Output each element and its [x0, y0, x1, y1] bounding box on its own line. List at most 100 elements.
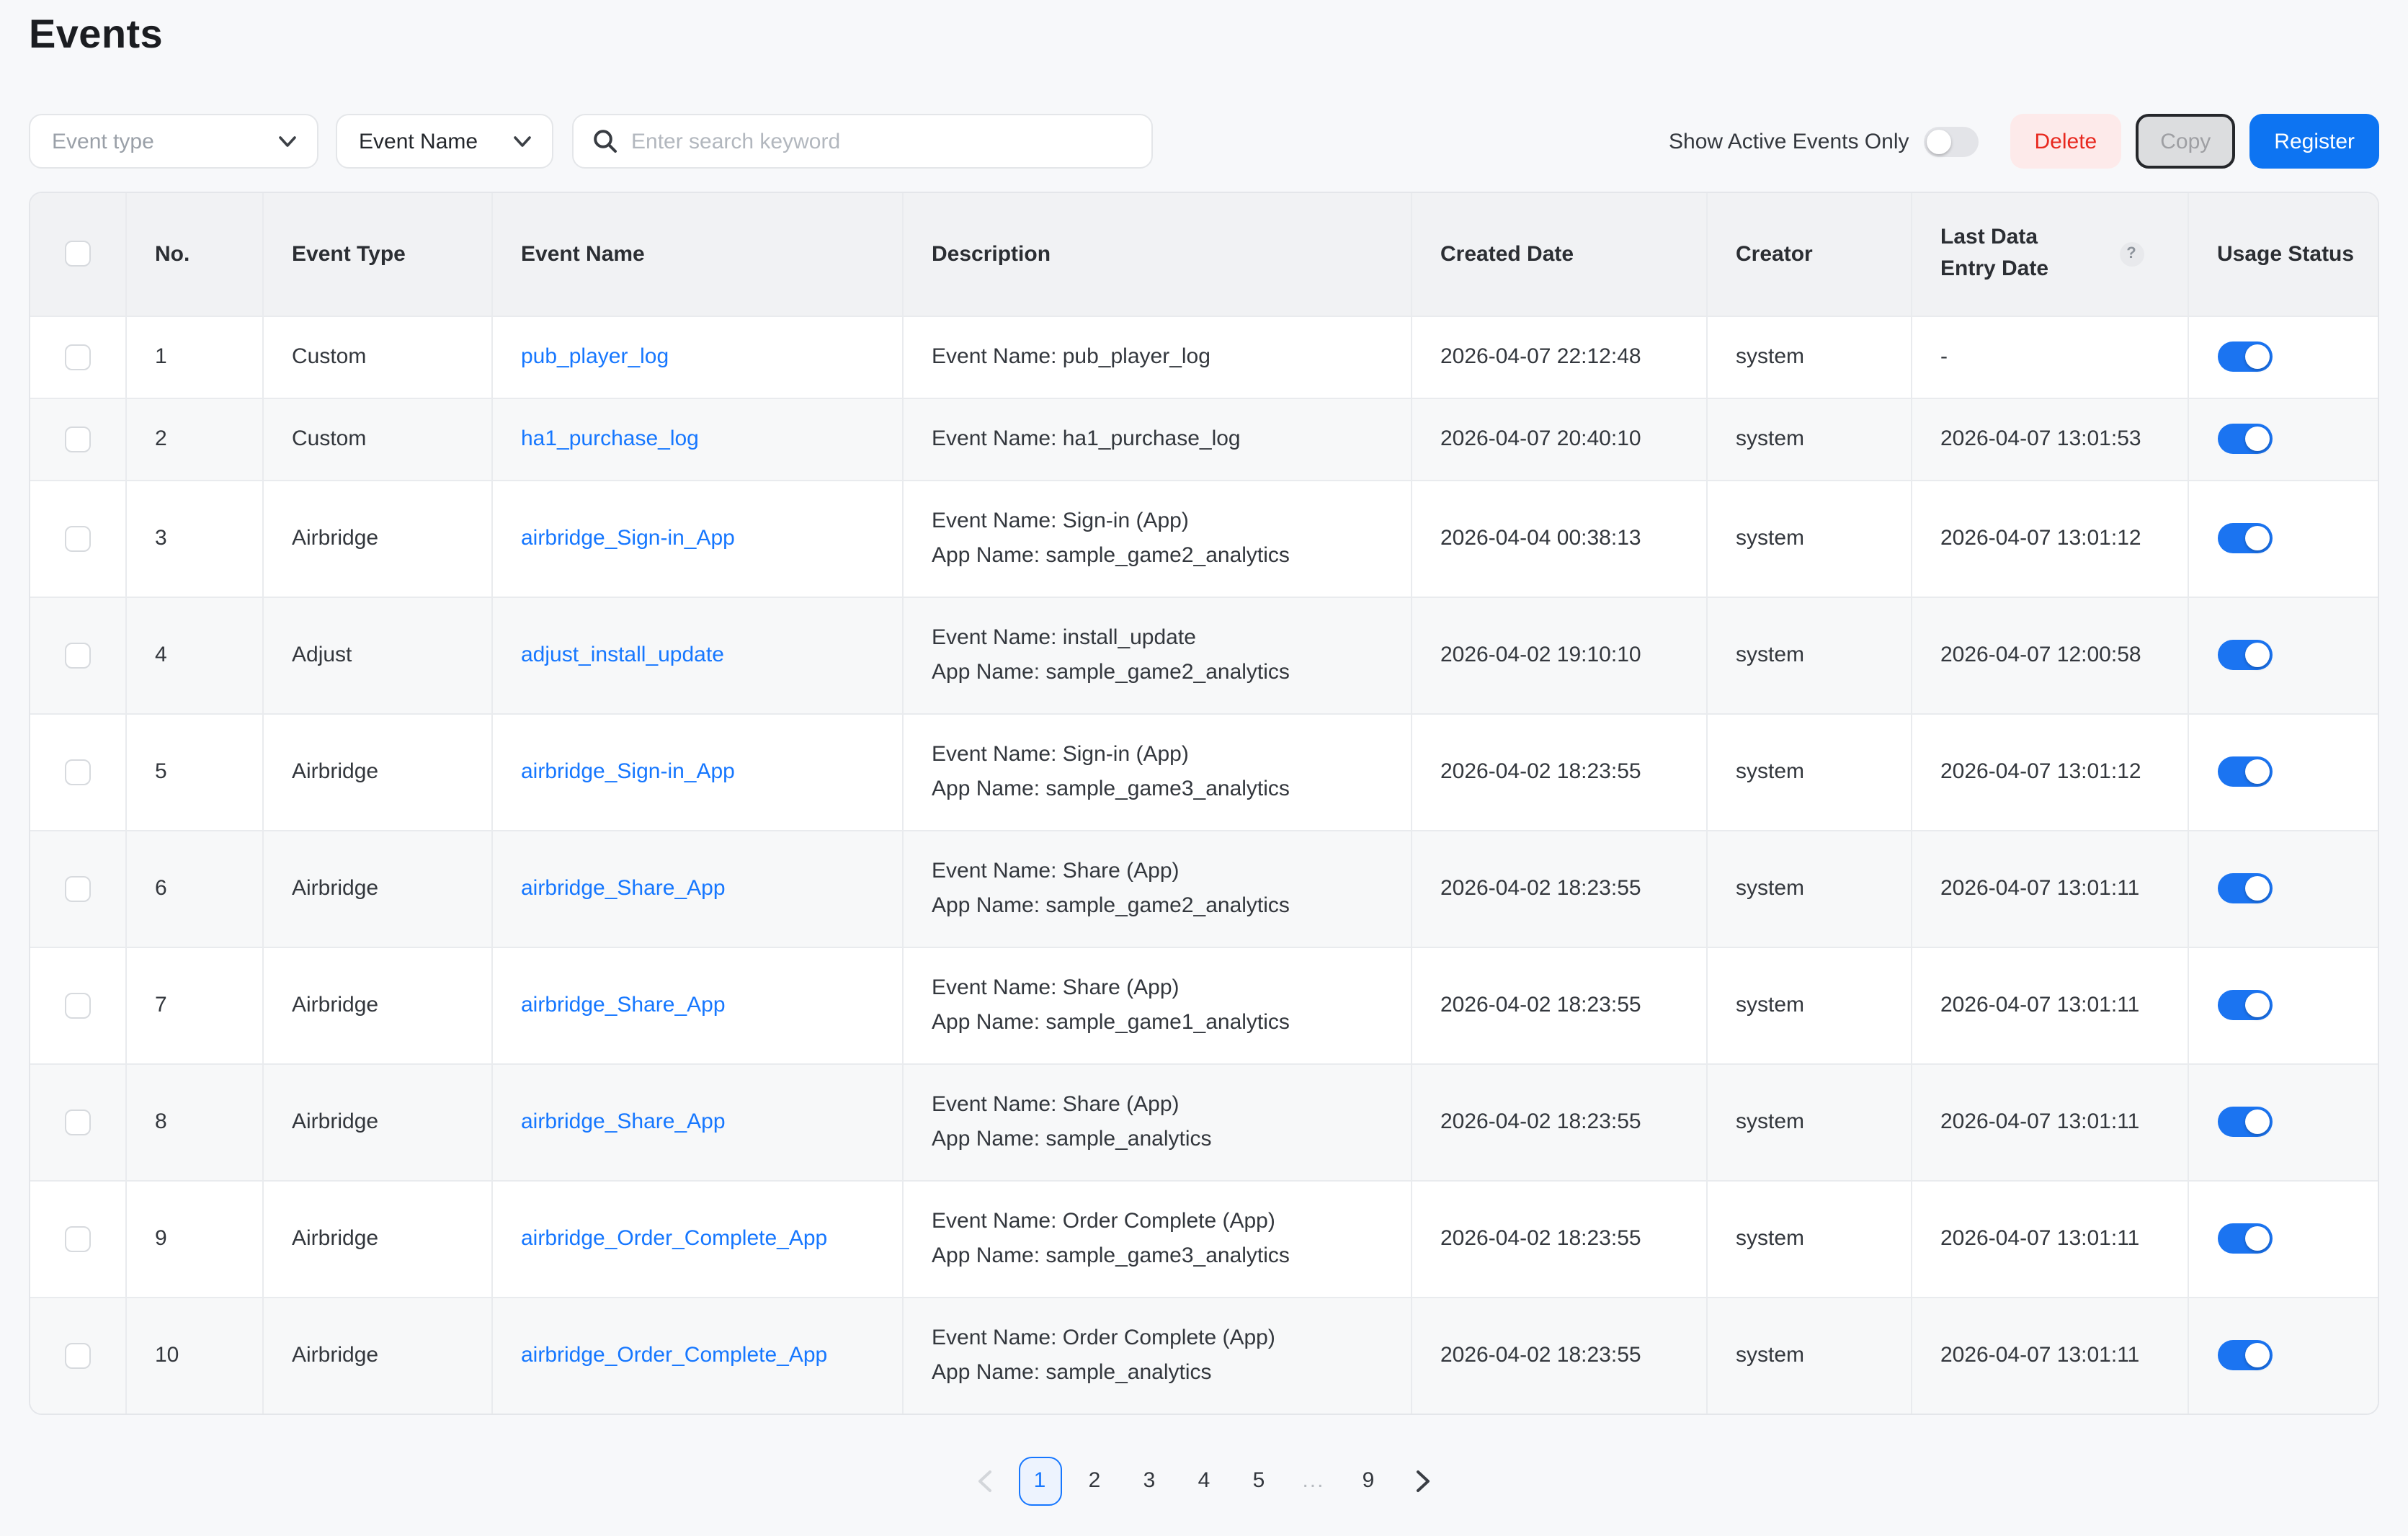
event-name-link[interactable]: airbridge_Sign-in_App [521, 759, 735, 784]
cell-event-type: Airbridge [262, 1297, 491, 1413]
cell-last-data-entry-date: 2026-04-07 13:01:53 [1911, 398, 2188, 480]
description-app-name: App Name: sample_game2_analytics [932, 538, 1396, 573]
usage-status-toggle[interactable] [2217, 873, 2272, 903]
toggle-knob [2244, 427, 2269, 451]
event-name-link[interactable]: airbridge_Order_Complete_App [521, 1343, 827, 1367]
search-field-select[interactable]: Event Name [336, 114, 553, 169]
event-name-link[interactable]: airbridge_Sign-in_App [521, 526, 735, 550]
search-input[interactable] [631, 129, 1134, 153]
usage-status-toggle[interactable] [2217, 990, 2272, 1020]
cell-creator: system [1706, 480, 1911, 597]
events-page: Events Event type Event Name Show Active… [0, 12, 2408, 1536]
event-type-select[interactable]: Event type [29, 114, 318, 169]
page-title: Events [29, 12, 2408, 58]
usage-status-toggle[interactable] [2217, 424, 2272, 454]
event-name-link[interactable]: adjust_install_update [521, 643, 724, 667]
cell-last-data-entry-date: 2026-04-07 13:01:12 [1911, 713, 2188, 830]
row-checkbox[interactable] [65, 1225, 91, 1251]
row-checkbox[interactable] [65, 426, 91, 452]
pagination-page-4[interactable]: 4 [1182, 1456, 1226, 1505]
table-row: 10 Airbridge airbridge_Order_Complete_Ap… [30, 1297, 2379, 1413]
filter-bar: Event type Event Name Show Active Events… [29, 114, 2379, 169]
cell-description: Event Name: install_update App Name: sam… [902, 597, 1411, 713]
delete-button[interactable]: Delete [2010, 114, 2122, 169]
usage-status-toggle[interactable] [2217, 341, 2272, 372]
pagination-page-2[interactable]: 2 [1073, 1456, 1116, 1505]
usage-status-toggle[interactable] [2217, 1223, 2272, 1254]
cell-description: Event Name: Order Complete (App) App Nam… [902, 1297, 1411, 1413]
cell-description: Event Name: pub_player_log [902, 316, 1411, 398]
description-event-name: Event Name: Order Complete (App) [932, 1204, 1396, 1238]
pagination-next-button[interactable] [1401, 1456, 1445, 1505]
event-name-link[interactable]: airbridge_Share_App [521, 993, 726, 1017]
table-row: 3 Airbridge airbridge_Sign-in_App Event … [30, 480, 2379, 597]
cell-last-data-entry-date: 2026-04-07 13:01:12 [1911, 480, 2188, 597]
pagination-page-3[interactable]: 3 [1128, 1456, 1171, 1505]
event-name-link[interactable]: ha1_purchase_log [521, 427, 699, 451]
usage-status-toggle[interactable] [2217, 1340, 2272, 1370]
column-header-created-date: Created Date [1411, 193, 1706, 316]
pagination-page-1[interactable]: 1 [1018, 1456, 1061, 1505]
cell-description: Event Name: Share (App) App Name: sample… [902, 947, 1411, 1063]
pagination-prev-button[interactable] [963, 1456, 1007, 1505]
register-button[interactable]: Register [2249, 114, 2379, 169]
cell-description: Event Name: Order Complete (App) App Nam… [902, 1180, 1411, 1297]
cell-last-data-entry-date: 2026-04-07 13:01:11 [1911, 1063, 2188, 1180]
row-checkbox[interactable] [65, 992, 91, 1018]
usage-status-toggle[interactable] [2217, 523, 2272, 553]
cell-created-date: 2026-04-02 18:23:55 [1411, 713, 1706, 830]
toggle-knob [2244, 344, 2269, 369]
chevron-down-icon [278, 135, 297, 148]
chevron-left-icon [977, 1469, 993, 1492]
column-header-creator: Creator [1706, 193, 1911, 316]
search-icon [592, 128, 618, 154]
cell-event-type: Adjust [262, 597, 491, 713]
row-checkbox[interactable] [65, 1109, 91, 1135]
description-app-name: App Name: sample_game2_analytics [932, 888, 1396, 923]
cell-description: Event Name: Sign-in (App) App Name: samp… [902, 713, 1411, 830]
active-only-toggle[interactable] [1924, 126, 1979, 156]
description-event-name: Event Name: Sign-in (App) [932, 504, 1396, 538]
cell-description: Event Name: Sign-in (App) App Name: samp… [902, 480, 1411, 597]
row-checkbox[interactable] [65, 344, 91, 370]
pagination-page-5[interactable]: 5 [1237, 1456, 1280, 1505]
filter-actions: Show Active Events Only Delete Copy Regi… [1669, 114, 2379, 169]
select-all-checkbox[interactable] [65, 241, 91, 267]
cell-last-data-entry-date: 2026-04-07 13:01:11 [1911, 1180, 2188, 1297]
question-mark-icon[interactable]: ? [2119, 242, 2144, 267]
event-name-link[interactable]: airbridge_Share_App [521, 1109, 726, 1134]
table-row: 4 Adjust adjust_install_update Event Nam… [30, 597, 2379, 713]
row-checkbox[interactable] [65, 1342, 91, 1368]
row-checkbox[interactable] [65, 759, 91, 785]
row-checkbox[interactable] [65, 642, 91, 668]
row-checkbox[interactable] [65, 525, 91, 551]
cell-description: Event Name: ha1_purchase_log [902, 398, 1411, 480]
event-name-link[interactable]: pub_player_log [521, 344, 669, 369]
description-event-name: Event Name: Order Complete (App) [932, 1321, 1396, 1355]
column-header-last-data-entry-date: Last Data Entry Date ? [1911, 193, 2188, 316]
cell-created-date: 2026-04-02 19:10:10 [1411, 597, 1706, 713]
event-name-link[interactable]: airbridge_Share_App [521, 876, 726, 901]
description-app-name: App Name: sample_game1_analytics [932, 1005, 1396, 1040]
usage-status-toggle[interactable] [2217, 1107, 2272, 1137]
usage-status-toggle[interactable] [2217, 756, 2272, 787]
toggle-knob [2244, 759, 2269, 784]
row-checkbox[interactable] [65, 875, 91, 901]
chevron-down-icon [513, 135, 532, 148]
description-app-name: App Name: sample_analytics [932, 1355, 1396, 1390]
event-name-link[interactable]: airbridge_Order_Complete_App [521, 1226, 827, 1251]
copy-button[interactable]: Copy [2136, 114, 2235, 169]
description-event-name: Event Name: ha1_purchase_log [932, 421, 1396, 456]
cell-created-date: 2026-04-07 20:40:10 [1411, 398, 1706, 480]
search-box [572, 114, 1153, 169]
cell-no: 2 [125, 398, 262, 480]
usage-status-toggle[interactable] [2217, 640, 2272, 670]
table-row: 2 Custom ha1_purchase_log Event Name: ha… [30, 398, 2379, 480]
table-row: 8 Airbridge airbridge_Share_App Event Na… [30, 1063, 2379, 1180]
chevron-right-icon [1415, 1469, 1431, 1492]
description-event-name: Event Name: Sign-in (App) [932, 737, 1396, 772]
cell-no: 1 [125, 316, 262, 398]
cell-no: 10 [125, 1297, 262, 1413]
pagination-page-9[interactable]: 9 [1347, 1456, 1390, 1505]
toggle-knob [1927, 129, 1951, 153]
